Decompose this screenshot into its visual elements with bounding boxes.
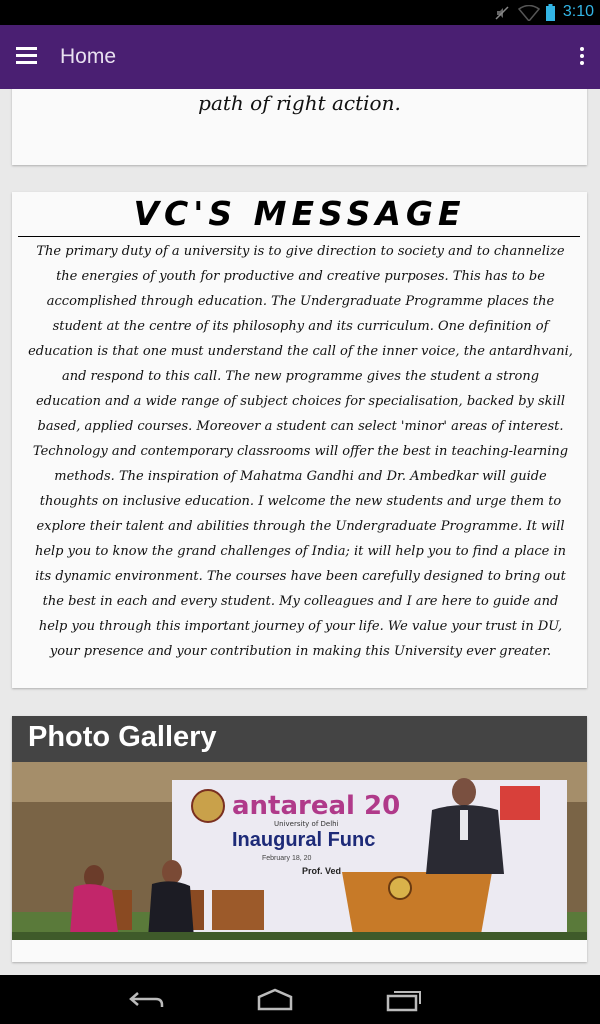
banner-brand: antareal 20 <box>232 791 400 821</box>
vc-message-card: VC'S MESSAGE The primary duty of a unive… <box>12 192 587 688</box>
system-nav-bar <box>0 975 600 1024</box>
quote-tail-text: path of right action. <box>198 91 401 115</box>
hamburger-menu-icon[interactable] <box>16 45 40 69</box>
status-bar: 3:10 <box>0 0 600 25</box>
app-title: Home <box>60 45 117 68</box>
mute-icon <box>495 6 509 20</box>
clock: 3:10 <box>562 3 594 20</box>
banner-name: Prof. Ved <box>302 866 341 876</box>
banner-heading: Inaugural Func <box>232 829 375 851</box>
photo-gallery-card: Photo Gallery antareal 20 University of … <box>12 716 587 962</box>
battery-icon <box>546 4 555 21</box>
university-seal <box>191 789 225 823</box>
divider <box>18 236 580 237</box>
home-icon[interactable] <box>255 987 295 1013</box>
back-icon[interactable] <box>126 987 166 1013</box>
content-scroll[interactable]: path of right action. VC'S MESSAGE The p… <box>0 89 600 975</box>
recent-apps-icon[interactable] <box>384 987 424 1013</box>
photo-gallery-title: Photo Gallery <box>28 721 217 753</box>
quote-card: path of right action. <box>12 89 587 165</box>
lectern <box>342 872 492 940</box>
vc-message-body: The primary duty of a university is to g… <box>28 244 573 659</box>
inaugural-photo: antareal 20 University of Delhi Inaugura… <box>12 762 587 940</box>
seated-guest-1 <box>70 884 118 934</box>
seated-guest-2 <box>148 881 194 938</box>
banner-logo <box>500 786 540 820</box>
more-vert-icon[interactable] <box>576 47 588 71</box>
app-bar: Home <box>0 25 600 89</box>
wifi-icon <box>518 5 540 21</box>
banner-date: February 18, 20 <box>262 855 312 862</box>
gallery-photo[interactable]: antareal 20 University of Delhi Inaugura… <box>12 762 587 940</box>
banner-subtitle: University of Delhi <box>274 820 339 828</box>
vc-message-title: VC'S MESSAGE <box>133 194 466 233</box>
photo-gallery-header: Photo Gallery <box>12 716 587 762</box>
